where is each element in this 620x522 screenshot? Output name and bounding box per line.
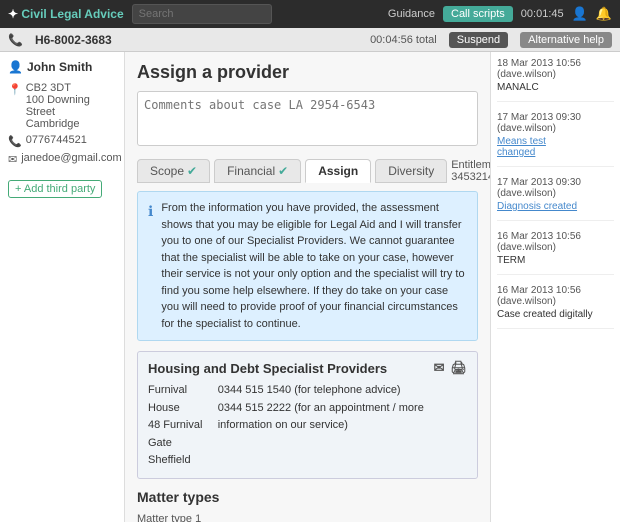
history-date-3: 17 Mar 2013 09:30 (dave.wilson) [497,177,614,199]
case-bar: 📞 H6-8002-3683 00:04:56 total Suspend Al… [0,28,620,52]
timer-display: 00:01:45 [521,8,564,20]
info-text: From the information you have provided, … [161,200,467,332]
nav-right: Guidance Call scripts 00:01:45 👤 🔔 [388,6,612,22]
client-phone: 📞 0776744521 [8,134,116,148]
provider-phone: 0344 515 1540 (for telephone advice) 034… [218,382,467,470]
call-scripts-button[interactable]: Call scripts [443,6,513,22]
user-icon[interactable]: 👤 [572,6,588,22]
phone-icon: 📞 [8,135,22,148]
total-timer: 00:04:56 total [370,34,437,46]
person-icon: 👤 [8,60,23,74]
case-id: H6-8002-3683 [35,33,112,47]
client-email: ✉ janedoe@gmail.com [8,152,116,166]
history-entry-4: 16 Mar 2013 10:56 (dave.wilson) TERM [497,231,614,275]
history-text-5: Case created digitally [497,309,614,320]
info-box: ℹ From the information you have provided… [137,191,478,341]
right-sidebar: 18 Mar 2013 10:56 (dave.wilson) MANALC 1… [490,52,620,522]
provider-email-icon[interactable]: ✉ [434,360,445,376]
matter-type-1-label: Matter type 1 [137,513,478,522]
location-icon: 📍 [8,83,22,96]
top-navigation: ✦ Civil Legal Advice Guidance Call scrip… [0,0,620,28]
entitlement-label: Entitlement: 3453214 [451,159,490,183]
tab-diversity[interactable]: Diversity [375,159,447,183]
scope-check-icon: ✔ [187,164,197,178]
client-name: 👤 John Smith [8,60,116,74]
alternative-help-button[interactable]: Alternative help [520,32,612,48]
history-date-5: 16 Mar 2013 10:56 (dave.wilson) [497,285,614,307]
history-date-4: 16 Mar 2013 10:56 (dave.wilson) [497,231,614,253]
history-date-2: 17 Mar 2013 09:30 (dave.wilson) [497,112,614,134]
history-text-4: TERM [497,255,614,266]
provider-address: Furnival House 48 Furnival Gate Sheffiel… [148,382,208,470]
history-entry-2: 17 Mar 2013 09:30 (dave.wilson) Means te… [497,112,614,167]
provider-actions: ✉ 🖨 [434,360,467,376]
history-entry-3: 17 Mar 2013 09:30 (dave.wilson) Diagnosi… [497,177,614,221]
tab-financial[interactable]: Financial✔ [214,159,301,183]
history-date-1: 18 Mar 2013 10:56 (dave.wilson) [497,58,614,80]
history-link-3[interactable]: Diagnosis created [497,201,614,212]
comment-textarea[interactable] [137,91,478,146]
tab-scope[interactable]: Scope✔ [137,159,210,183]
left-sidebar: 👤 John Smith 📍 CB2 3DT 100 Downing Stree… [0,52,125,522]
provider-details: Furnival House 48 Furnival Gate Sheffiel… [148,382,467,470]
email-icon: ✉ [8,153,17,166]
app-logo: ✦ Civil Legal Advice [8,7,124,21]
client-address: 📍 CB2 3DT 100 Downing Street Cambridge [8,82,116,130]
add-third-party-button[interactable]: + Add third party [8,180,102,198]
provider-box: Housing and Debt Specialist Providers ✉ … [137,351,478,479]
history-text-1: MANALC [497,82,614,93]
guidance-link[interactable]: Guidance [388,8,435,20]
history-entry-1: 18 Mar 2013 10:56 (dave.wilson) MANALC [497,58,614,102]
center-content: Assign a provider Scope✔ Financial✔ Assi… [125,52,490,522]
search-input[interactable] [132,4,272,24]
matter-types-title: Matter types [137,489,478,505]
provider-print-icon[interactable]: 🖨 [450,360,467,376]
page-title: Assign a provider [137,62,478,83]
tab-bar: Scope✔ Financial✔ Assign Diversity Entit… [137,159,478,183]
financial-check-icon: ✔ [278,164,288,178]
main-layout: 👤 John Smith 📍 CB2 3DT 100 Downing Stree… [0,52,620,522]
info-icon: ℹ [148,201,153,332]
history-link-2[interactable]: Means testchanged [497,136,614,158]
history-entry-5: 16 Mar 2013 10:56 (dave.wilson) Case cre… [497,285,614,329]
search-box[interactable] [132,4,272,24]
provider-title: Housing and Debt Specialist Providers ✉ … [148,360,467,376]
phone-icon: 📞 [8,33,23,47]
suspend-button[interactable]: Suspend [449,32,508,48]
notifications-icon[interactable]: 🔔 [596,6,612,22]
tab-assign[interactable]: Assign [305,159,371,183]
